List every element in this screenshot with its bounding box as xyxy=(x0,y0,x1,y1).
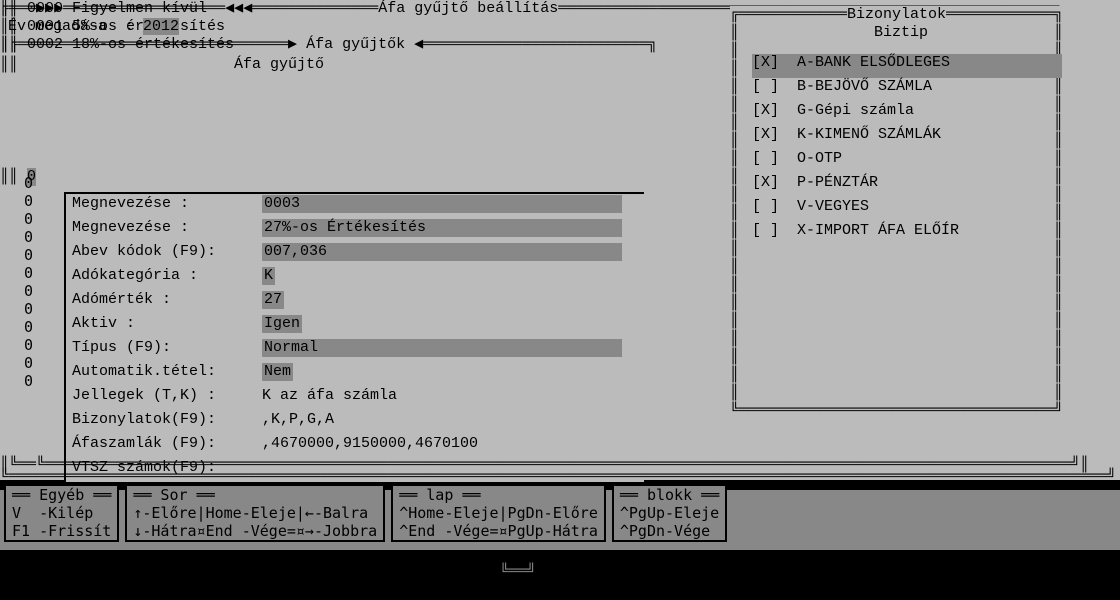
help-bar: ══ Egyéb ══ V -Kilép F1 -Frissít══ Sor ═… xyxy=(0,490,1120,550)
detail-label: Automatik.tétel: xyxy=(72,363,262,381)
biz-item[interactable]: [ ] O-OTP xyxy=(752,150,1062,174)
detail-row: Áfaszamlák (F9): ,4670000,9150000,467010… xyxy=(66,434,644,458)
detail-row: Abev kódok (F9): 007,036 xyxy=(66,242,644,266)
detail-value[interactable]: Nem xyxy=(262,363,293,381)
year-row: Év megadása : 2012 xyxy=(8,18,188,36)
detail-label: Megnevezése : xyxy=(72,219,262,237)
zero-marker: 0 xyxy=(24,210,33,228)
detail-row: Automatik.tétel: Nem xyxy=(66,362,644,386)
biz-item[interactable]: [X] G-Gépi számla xyxy=(752,102,1062,126)
detail-form: Megnevezése : 0003Megnevezése : 27%-os É… xyxy=(64,192,644,482)
biz-item[interactable]: [ ] X-IMPORT ÁFA ELŐÍR xyxy=(752,222,1062,246)
zero-marker: 0 xyxy=(24,354,33,372)
detail-row: Megnevezése : 0003 xyxy=(66,194,644,218)
list-subtitle-row: ║║ Áfa gyűjtő xyxy=(0,56,324,74)
detail-label: Adókategória : xyxy=(72,267,262,285)
detail-label: Megnevezése : xyxy=(72,195,262,213)
detail-label: Bizonylatok(F9): xyxy=(72,411,262,429)
help-box: ══ blokk ══ ^PgUp-Eleje ^PgDn-Vége xyxy=(612,484,727,542)
detail-row: Aktiv : Igen xyxy=(66,314,644,338)
detail-row: Megnevezése : 27%-os Értékesítés xyxy=(66,218,644,242)
help-box: ══ Egyéb ══ V -Kilép F1 -Frissít xyxy=(4,484,119,542)
detail-row: Típus (F9): Normal xyxy=(66,338,644,362)
detail-row: Jellegek (T,K) : K az áfa számla xyxy=(66,386,644,410)
detail-value[interactable]: 27%-os Értékesítés xyxy=(262,219,622,237)
zero-marker: 0 xyxy=(24,246,33,264)
detail-row: Adókategória : K xyxy=(66,266,644,290)
zero-marker: 0 xyxy=(24,372,33,390)
help-box: ══ Sor ══ ↑-Előre|Home-Eleje|←-Balra ↓-H… xyxy=(125,484,385,542)
detail-value[interactable]: 27 xyxy=(262,291,284,309)
detail-row: Adómérték : 27 xyxy=(66,290,644,314)
detail-label: Típus (F9): xyxy=(72,339,262,357)
footer-bracket: ╚══╝ xyxy=(500,563,536,581)
detail-value[interactable]: K az áfa számla xyxy=(262,387,397,405)
detail-label: Áfaszamlák (F9): xyxy=(72,435,262,453)
zero-marker: 0 xyxy=(24,282,33,300)
detail-value[interactable]: Normal xyxy=(262,339,622,357)
detail-value[interactable]: Igen xyxy=(262,315,302,333)
detail-label: Adómérték : xyxy=(72,291,262,309)
zero-marker: 0 xyxy=(24,228,33,246)
biz-item[interactable]: [X] K-KIMENŐ SZÁMLÁK xyxy=(752,126,1062,150)
zero-marker: 0 xyxy=(24,300,33,318)
biz-item[interactable]: [X] A-BANK ELSŐDLEGES xyxy=(752,54,1062,78)
main-area: ╔═══▶▶▶══════════════════◀◀◀════════════… xyxy=(0,0,1120,480)
list-border-top: ║╔══════════════════════════════▶ Áfa gy… xyxy=(0,36,657,54)
detail-label: Aktiv : xyxy=(72,315,262,333)
detail-value[interactable]: 007,036 xyxy=(262,243,622,261)
year-label: Év megadása : xyxy=(8,18,143,35)
zero-marker: 0 xyxy=(24,318,33,336)
help-box: ══ lap ══ ^Home-Eleje|PgDn-Előre ^End -V… xyxy=(391,484,606,542)
bizonylatok-panel: ╔════════════Bizonylatok════════════╗ ║ … xyxy=(730,6,1090,420)
detail-label: Abev kódok (F9): xyxy=(72,243,262,261)
detail-value[interactable]: K xyxy=(262,267,275,285)
detail-row: Bizonylatok(F9): ,K,P,G,A xyxy=(66,410,644,434)
biz-item[interactable]: [X] P-PÉNZTÁR xyxy=(752,174,1062,198)
detail-value[interactable]: ,K,P,G,A xyxy=(262,411,334,429)
zero-marker: 0 xyxy=(24,336,33,354)
zero-marker: 0 xyxy=(24,264,33,282)
detail-value[interactable]: 0003 xyxy=(262,195,622,213)
detail-label: Jellegek (T,K) : xyxy=(72,387,262,405)
year-input[interactable]: 2012 xyxy=(143,18,179,35)
biz-item[interactable]: [ ] V-VEGYES xyxy=(752,198,1062,222)
detail-value[interactable]: ,4670000,9150000,4670100 xyxy=(262,435,478,453)
biz-item[interactable]: [ ] B-BEJÖVŐ SZÁMLA xyxy=(752,78,1062,102)
zero-marker: 0 xyxy=(24,192,33,210)
biz-list[interactable]: [X] A-BANK ELSŐDLEGES[ ] B-BEJÖVŐ SZÁMLA… xyxy=(752,54,1062,246)
zero-marker: 0 xyxy=(24,174,33,192)
zeros-column: 000000000000 xyxy=(24,174,33,390)
